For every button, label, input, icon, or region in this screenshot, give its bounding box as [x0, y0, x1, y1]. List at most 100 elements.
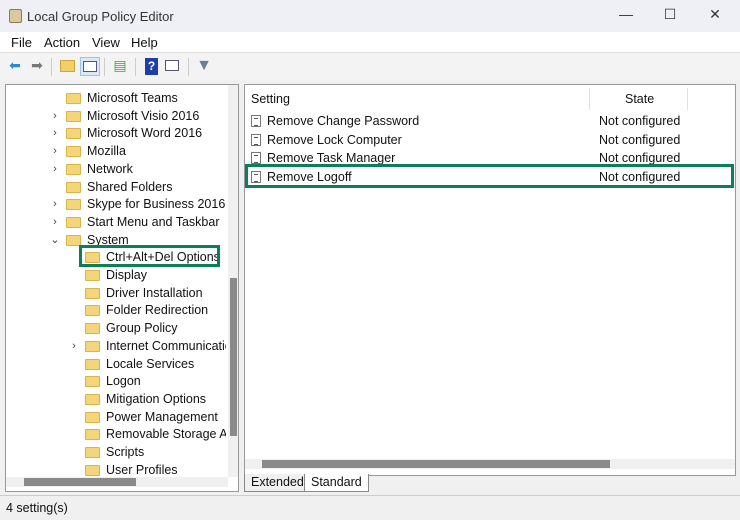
tree-item-label: Display: [106, 268, 147, 282]
export-list-icon[interactable]: ▤: [110, 57, 130, 76]
tree-item[interactable]: › Microsoft Word 2016: [6, 125, 226, 142]
tree-item-label: Driver Installation: [106, 285, 203, 300]
folder-icon: [66, 146, 81, 158]
tree-item[interactable]: › Start Menu and Taskbar: [6, 214, 226, 231]
tree-item[interactable]: Mitigation Options: [6, 391, 226, 408]
tree-item[interactable]: Locale Services: [6, 356, 226, 373]
tree-item[interactable]: Power Management: [6, 409, 226, 426]
tree-item[interactable]: › Skype for Business 2016: [6, 196, 226, 213]
tree-item[interactable]: › Network: [6, 161, 226, 178]
policy-setting-icon: [251, 115, 261, 127]
column-header-setting[interactable]: Setting: [251, 88, 290, 110]
toolbar-separator: [51, 58, 52, 76]
tree-item[interactable]: Logon: [6, 373, 226, 390]
tree-item-label: Removable Storage Access: [106, 427, 226, 442]
menu-view[interactable]: View: [92, 35, 120, 50]
chevron-right-icon[interactable]: ›: [50, 143, 60, 160]
tree-item[interactable]: › Internet Communication Management: [6, 338, 226, 355]
tree-item[interactable]: › Mozilla: [6, 143, 226, 160]
tree-item[interactable]: Folder Redirection: [6, 302, 226, 319]
table-row[interactable]: Remove Lock Computer Not configured: [245, 132, 735, 149]
tree-item-label: Skype for Business 2016: [87, 197, 226, 212]
tree-item-label: Microsoft Teams: [87, 91, 178, 105]
tree-item[interactable]: Removable Storage Access: [6, 426, 226, 443]
show-action-pane-icon[interactable]: [163, 57, 183, 76]
title-bar: Local Group Policy Editor — ☐ ✕: [0, 0, 740, 32]
folder-icon: [85, 393, 100, 405]
tree-item[interactable]: Shared Folders: [6, 179, 226, 196]
selection-highlight: [79, 245, 220, 268]
folder-icon: [85, 464, 100, 476]
chevron-right-icon[interactable]: ›: [50, 196, 60, 213]
scroll-thumb[interactable]: [24, 478, 136, 486]
column-divider[interactable]: [687, 88, 688, 110]
folder-icon: [85, 340, 100, 352]
tree-item-label: Network: [87, 161, 133, 176]
menu-action[interactable]: Action: [44, 35, 80, 50]
setting-name: Remove Change Password: [267, 114, 420, 128]
tree-item[interactable]: Microsoft Teams: [6, 90, 226, 107]
folder-icon: [85, 305, 100, 317]
tree-pane: Microsoft Teams › Microsoft Visio 2016 › Mic…: [5, 84, 239, 492]
toolbar-separator: [188, 58, 189, 76]
status-text: 4 setting(s): [6, 501, 68, 515]
tree-item[interactable]: Scripts: [6, 444, 226, 461]
tree-item-label: Power Management: [106, 409, 218, 424]
toolbar-separator: [135, 58, 136, 76]
toolbar-separator: [104, 58, 105, 76]
tree-item-label: Start Menu and Taskbar: [87, 214, 220, 229]
tree-item-label: Locale Services: [106, 356, 195, 371]
scroll-thumb[interactable]: [262, 460, 610, 468]
tree-vertical-scrollbar[interactable]: [228, 85, 238, 477]
chevron-right-icon[interactable]: ›: [50, 125, 60, 142]
back-arrow-icon[interactable]: ⬅: [5, 57, 25, 76]
tree-horizontal-scrollbar[interactable]: [6, 477, 228, 487]
show-hide-tree-icon[interactable]: [80, 57, 100, 76]
folder-icon: [66, 199, 81, 211]
policy-setting-icon: [251, 152, 261, 165]
folder-icon: [85, 411, 100, 423]
chevron-right-icon[interactable]: ›: [69, 338, 79, 355]
setting-name: Remove Lock Computer: [267, 132, 402, 147]
chevron-right-icon[interactable]: ›: [50, 108, 60, 125]
app-scroll-icon: [9, 9, 22, 23]
setting-state: Not configured: [599, 114, 681, 128]
status-bar: 4 setting(s): [0, 495, 740, 520]
tab-extended[interactable]: Extended: [244, 474, 311, 492]
scroll-thumb[interactable]: [230, 278, 237, 436]
tree-item-label: Microsoft Word 2016: [87, 126, 203, 141]
chevron-right-icon[interactable]: ›: [50, 214, 60, 231]
tree-item[interactable]: Driver Installation: [6, 285, 226, 302]
tab-standard[interactable]: Standard: [304, 474, 369, 492]
tree-item[interactable]: › Microsoft Visio 2016: [6, 108, 226, 125]
column-divider[interactable]: [589, 88, 590, 110]
folder-icon: [66, 93, 81, 104]
row-highlight: [245, 164, 734, 189]
tree-item-label: Folder Redirection: [106, 303, 209, 318]
filter-icon[interactable]: ▼: [194, 57, 214, 76]
forward-arrow-icon[interactable]: ➡: [27, 57, 47, 76]
folder-icon: [85, 323, 100, 335]
tree-item-label: Internet Communication Management: [106, 338, 226, 353]
policy-setting-icon: [251, 133, 261, 146]
minimize-button[interactable]: —: [616, 6, 636, 26]
close-button[interactable]: ✕: [705, 6, 725, 26]
tree-item-label: Logon: [106, 374, 141, 389]
tree-item[interactable]: Group Policy: [6, 320, 226, 337]
list-horizontal-scrollbar[interactable]: [245, 459, 735, 469]
menu-help[interactable]: Help: [131, 35, 158, 50]
up-folder-icon[interactable]: [58, 57, 78, 76]
tree-item[interactable]: Display: [6, 267, 226, 284]
folder-icon: [85, 287, 100, 299]
help-icon[interactable]: ?: [142, 57, 162, 76]
column-header-state[interactable]: State: [625, 88, 654, 110]
tree-item-label: Shared Folders: [87, 179, 173, 194]
maximize-button[interactable]: ☐: [660, 6, 680, 26]
tree-item-label: Microsoft Visio 2016: [87, 108, 200, 123]
menu-file[interactable]: File: [11, 35, 32, 50]
folder-icon: [66, 181, 81, 193]
menu-bar: File Action View Help: [0, 32, 740, 53]
table-row[interactable]: Remove Change Password Not configured: [245, 113, 735, 130]
chevron-right-icon[interactable]: ›: [50, 161, 60, 178]
chevron-down-icon[interactable]: ⌄: [50, 232, 60, 249]
